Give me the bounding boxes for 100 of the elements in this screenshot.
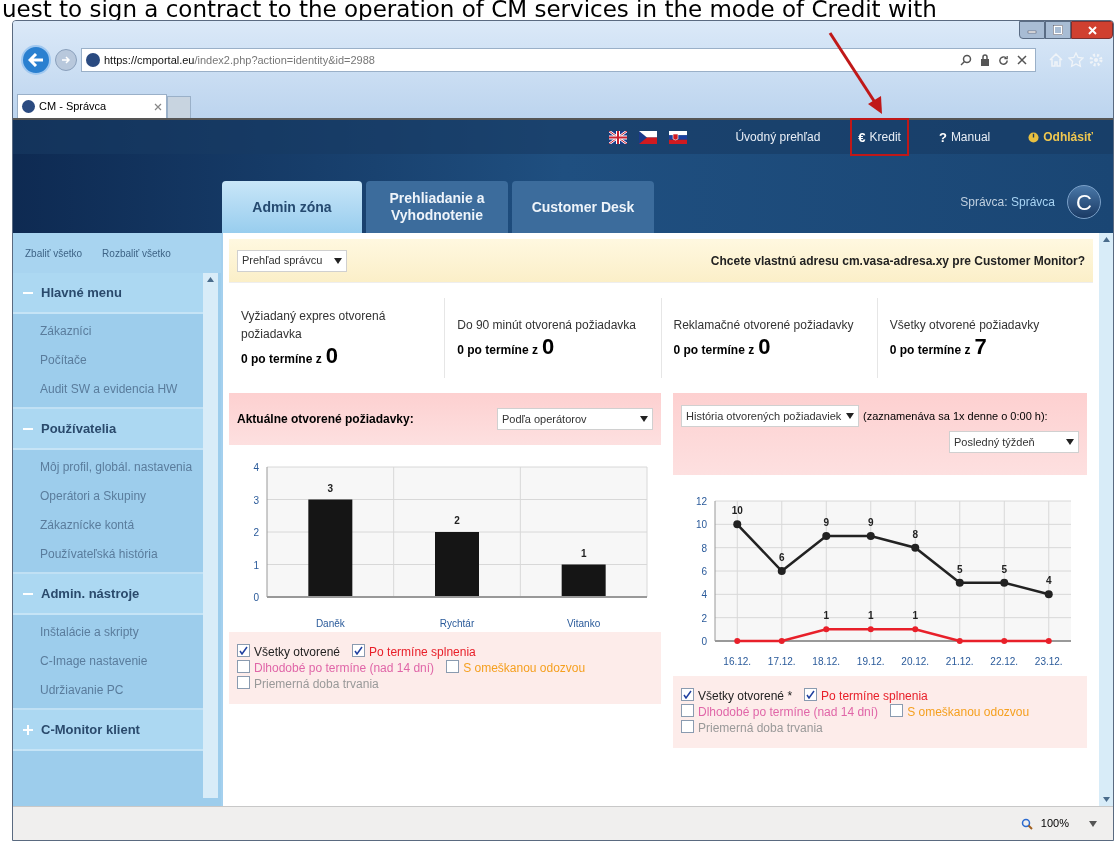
checkbox[interactable] [681,720,694,733]
panel-note: (zaznamenáva sa 1x denne o 0:00 h): [863,408,1048,424]
data-point [866,532,875,540]
scrollbar[interactable] [203,273,218,798]
data-label: 9 [867,517,874,528]
checkbox[interactable] [890,704,904,717]
caret-icon[interactable] [1089,820,1097,827]
caret-icon[interactable] [1066,439,1074,445]
data-point [956,638,963,644]
data-label: 9 [823,517,830,528]
axis-label: Daněk [315,618,345,629]
axis-label: 12 [695,496,707,507]
back-button[interactable] [21,45,51,75]
stat-overdue: 0 po termíne z [241,351,322,368]
caret-icon[interactable] [846,413,854,419]
axis-label: 0 [701,636,707,647]
up-arrow-icon[interactable] [1102,237,1110,242]
axis-label: 16.12. [723,656,752,667]
sidebar-section-header[interactable]: C-Monitor klient [13,710,203,751]
axis-label: 8 [701,542,707,554]
stat-total: 0 [541,334,555,360]
axis-label: 3 [253,494,259,506]
header-link[interactable]: Úvodný prehľad [729,120,827,154]
sidebar-section-header[interactable]: Admin. nástroje [13,574,203,615]
nav-tab[interactable]: Admin zóna [222,181,362,233]
header-link[interactable]: ? Manual [932,120,997,154]
data-point [777,567,786,575]
dropdown[interactable]: História otvorených požiadaviek [681,405,859,427]
checkbox[interactable] [681,704,694,717]
checkbox[interactable] [681,688,694,701]
data-point [867,626,874,633]
data-label: 1 [912,610,919,622]
caret-icon[interactable] [640,416,648,422]
flag-icon[interactable] [639,130,658,144]
axis-label: 20.12. [901,656,930,667]
user-name: Správca [1010,195,1055,209]
data-point [822,532,831,540]
caret-icon[interactable] [334,257,342,264]
data-label: 1 [867,610,874,622]
help-icon: ? [938,130,947,144]
nav-tab[interactable]: Prehliadanie a Vyhodnotenie [366,181,508,233]
data-point [1000,578,1009,587]
flag-icon[interactable] [609,130,628,144]
axis-label: 21.12. [945,656,974,667]
legend-label: Po termíne splnenia [821,688,928,704]
legend-label: Dlhodobé po termíne (nad 14 dní) [254,660,435,676]
checkbox[interactable] [237,644,250,657]
minimize-button[interactable] [1019,21,1045,39]
data-label: 10 [731,505,743,517]
stop-icon[interactable] [1017,55,1027,65]
axis-label: 2 [701,612,707,624]
stat-total: 7 [974,334,987,360]
header-link[interactable]: € Kredit [852,120,907,154]
close-icon[interactable] [154,102,162,111]
browser-tab[interactable]: CM - Správca [17,94,167,118]
checkbox[interactable] [237,676,250,689]
banner-question: Chcete vlastnú adresu cm.vasa-adresa.xy pre Customer Monitor? [710,252,1085,270]
axis-label: 6 [701,566,707,577]
close-button[interactable] [1071,21,1113,39]
expand-all-link[interactable]: Rozbaliť všetko [102,245,171,261]
stat-label: Všetky otvorené požiadavky [889,317,1041,334]
sidebar-section-header[interactable]: Hlavné menu [13,273,203,314]
up-arrow-icon[interactable] [207,277,214,282]
data-label: 8 [912,528,919,540]
checkbox[interactable] [446,660,460,673]
data-label: 3 [327,482,334,494]
user-label: Správca: [960,195,1008,209]
star-icon[interactable] [1068,52,1084,68]
refresh-icon[interactable] [998,54,1009,66]
checkbox[interactable] [804,688,818,701]
header-link[interactable]: Odhlásiť [1022,120,1099,154]
axis-label: 18.12. [812,656,841,667]
axis-label: 4 [253,462,259,473]
checkbox[interactable] [352,644,366,657]
stat-label: Do 90 minút otvorená požiadavka [457,317,638,334]
plus-icon [23,724,33,735]
maximize-button[interactable] [1045,21,1071,39]
data-point [823,626,830,633]
axis-label: Vitanko [567,618,601,629]
site-icon [22,100,35,113]
data-point [1044,590,1053,599]
data-point [778,638,785,644]
search-icon[interactable] [960,54,972,66]
data-point [1001,638,1008,644]
data-label: 4 [1045,575,1052,587]
dropdown[interactable]: Podľa operátorov [497,408,653,430]
flag-icon[interactable] [669,130,688,144]
nav-tab[interactable]: Customer Desk [512,181,654,233]
collapse-all-link[interactable]: Zbaliť všetko [25,245,83,261]
address-bar[interactable]: https://cmportal.eu/index2.php?action=identity&id=2988 [81,48,1036,72]
site-icon [86,53,100,67]
data-point [955,578,964,587]
stat-total: 0 [325,343,338,369]
zoom-level[interactable]: 100% [1040,815,1069,832]
down-arrow-icon[interactable] [1102,797,1110,802]
scrollbar[interactable] [1099,233,1113,806]
dropdown[interactable]: Prehľad správcu [237,249,347,272]
checkbox[interactable] [237,660,250,673]
dropdown[interactable]: Posledný týždeň [949,431,1079,453]
sidebar-section-header[interactable]: Používatelia [13,409,203,450]
